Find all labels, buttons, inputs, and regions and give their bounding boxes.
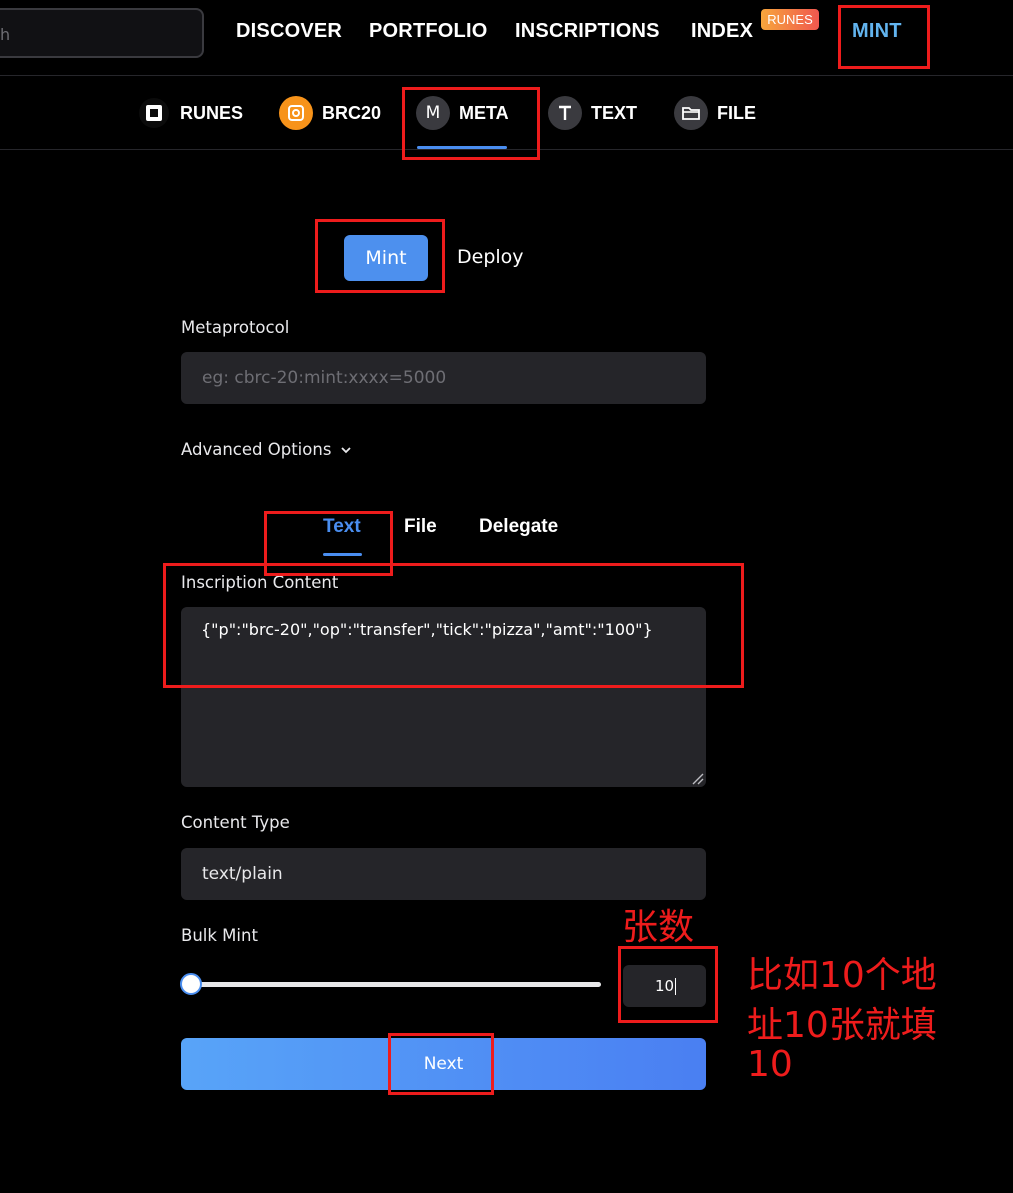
annotation-example-line1: 比如10个地 [747,955,937,996]
metaprotocol-label: Metaprotocol [181,318,290,337]
bulk-mint-slider-thumb[interactable] [180,973,202,995]
content-tab-file[interactable]: File [404,516,437,538]
tab-file[interactable]: FILE [674,96,756,130]
metaprotocol-placeholder: eg: cbrc-20:mint:xxxx=5000 [202,368,447,388]
nav-divider [0,75,1013,76]
search-input[interactable]: h [0,8,204,58]
content-type-input[interactable]: text/plain [181,848,706,900]
tab-text-label: TEXT [591,102,638,123]
annotation-box-inscription-content [163,563,744,688]
tab-text[interactable]: TEXT [548,96,637,130]
bulk-mint-slider[interactable] [191,982,601,987]
bulk-mint-label: Bulk Mint [181,926,258,945]
annotation-box-quantity [618,946,718,1023]
advanced-options-label: Advanced Options [181,440,332,459]
deploy-mode-button[interactable]: Deploy [457,246,524,268]
annotation-box-meta-tab [402,87,540,160]
nav-index[interactable]: INDEX [691,20,753,43]
content-type-label: Content Type [181,813,290,832]
annotation-box-mint-mode [315,219,445,293]
text-icon [548,96,582,130]
advanced-options-toggle[interactable]: Advanced Options [181,440,353,459]
annotation-box-next [388,1033,494,1095]
chevron-down-icon [341,446,352,453]
nav-portfolio[interactable]: PORTFOLIO [369,20,487,43]
nav-inscriptions[interactable]: INSCRIPTIONS [515,20,660,43]
search-placeholder: h [0,25,11,44]
content-type-value: text/plain [202,864,283,884]
tab-brc20-label: BRC20 [322,102,382,123]
tab-runes-label: RUNES [180,102,244,123]
tab-runes[interactable]: RUNES [137,96,243,130]
annotation-example-line2: 址10张就填 [747,1005,937,1046]
tab-brc20[interactable]: BRC20 [279,96,381,130]
metaprotocol-input[interactable]: eg: cbrc-20:mint:xxxx=5000 [181,352,706,404]
nav-discover[interactable]: DISCOVER [236,20,342,43]
runes-icon [137,96,171,130]
annotation-quantity-note: 张数 [622,907,695,948]
resize-grip-icon[interactable] [690,771,704,785]
runes-badge: RUNES [761,9,819,30]
tab-file-label: FILE [717,102,756,123]
annotation-box-mint-nav [838,5,930,69]
brc20-icon [279,96,313,130]
annotation-example-line3: 10 [747,1044,793,1085]
folder-icon [674,96,708,130]
content-tab-delegate[interactable]: Delegate [479,516,558,538]
